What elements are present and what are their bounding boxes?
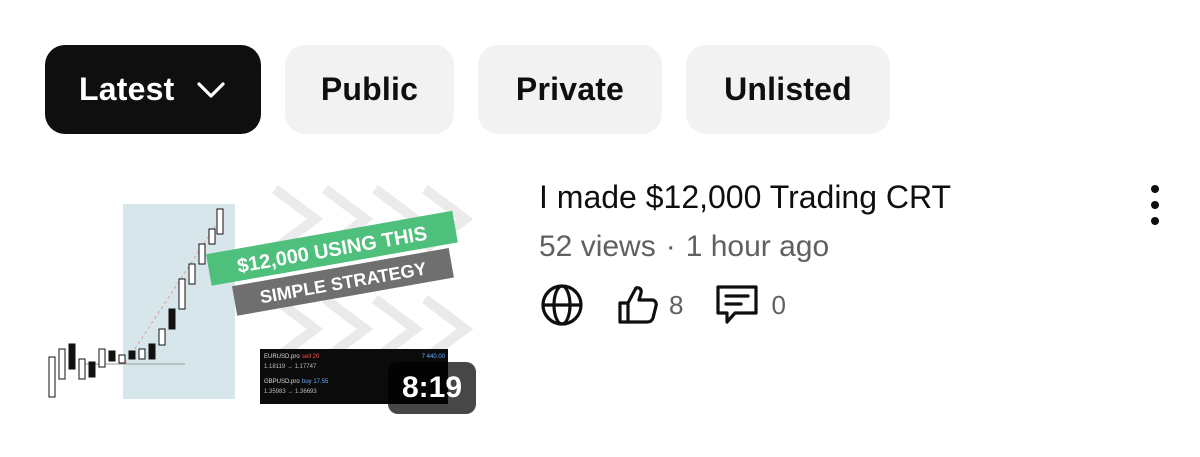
trade1-prices: 1.18119 → 1.17747 <box>264 364 317 370</box>
filter-private-chip[interactable]: Private <box>478 45 662 134</box>
sort-latest-chip[interactable]: Latest <box>45 45 261 134</box>
globe-icon <box>541 284 583 326</box>
video-meta: 52 views · 1 hour ago <box>539 230 1099 264</box>
comment-stat: 0 <box>713 282 786 328</box>
chip-label: Public <box>320 71 419 107</box>
video-thumbnail[interactable]: $12,000 USING THIS SIMPLE STRATEGY EURUS… <box>45 179 493 431</box>
chip-label: Private <box>515 71 625 107</box>
video-details: I made $12,000 Trading CRT 52 views · 1 … <box>539 178 1099 328</box>
trade1-symbol: EURUSD.pro <box>264 354 300 360</box>
menu-dot <box>1151 217 1159 225</box>
filter-public-chip[interactable]: Public <box>285 45 454 134</box>
filter-chip-bar: Latest Public Private Unlisted <box>45 45 890 134</box>
trade2-prices: 1.35983 → 1.36693 <box>264 389 317 395</box>
video-title[interactable]: I made $12,000 Trading CRT <box>539 178 1099 216</box>
menu-dot <box>1151 201 1159 209</box>
trade2-side: buy 17.55 <box>302 379 329 385</box>
menu-dot <box>1151 185 1159 193</box>
thumbs-up-icon <box>618 286 658 324</box>
chip-label: Latest <box>79 71 175 107</box>
chip-label: Unlisted <box>724 71 852 107</box>
visibility-public <box>539 282 585 328</box>
chevron-down-icon <box>197 81 226 98</box>
comment-count: 0 <box>771 289 786 320</box>
like-stat: 8 <box>615 282 683 328</box>
more-options-button[interactable] <box>1140 185 1170 225</box>
meta-separator: · <box>665 230 676 263</box>
trade2-symbol: GBPUSD.pro <box>264 379 300 385</box>
filter-unlisted-chip[interactable]: Unlisted <box>686 45 890 134</box>
like-count: 8 <box>669 289 684 320</box>
comment-icon <box>716 285 759 324</box>
video-duration-badge: 8:19 <box>387 362 476 414</box>
video-stats: 8 0 <box>539 282 1099 328</box>
trade1-profit: 7 440.00 <box>422 354 446 360</box>
view-count: 52 views <box>539 230 656 263</box>
upload-age: 1 hour ago <box>685 230 830 263</box>
trade1-side: sell 20 <box>302 354 320 360</box>
